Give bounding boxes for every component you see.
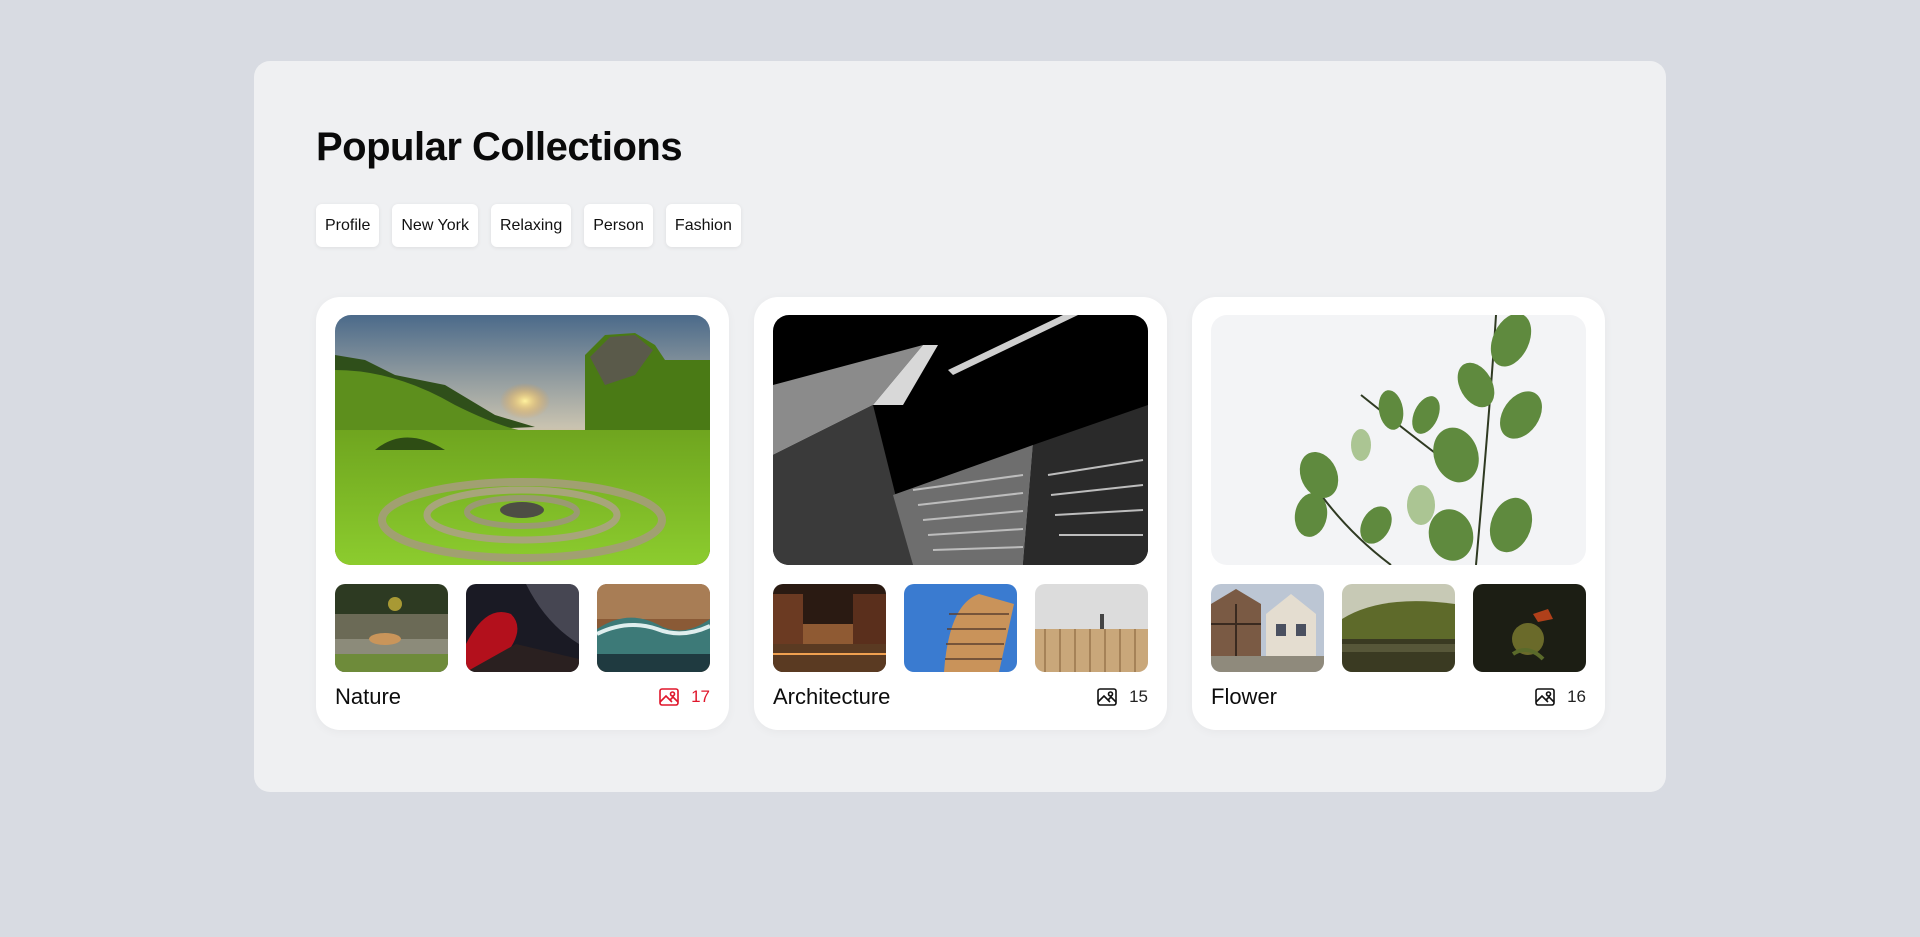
image-icon [1097, 688, 1117, 706]
page-title: Popular Collections [316, 125, 683, 169]
hero-image[interactable] [1211, 315, 1586, 565]
photo-count: 17 [657, 685, 710, 709]
thumbnail-row [1211, 584, 1586, 672]
photo-count-value: 17 [691, 687, 710, 706]
card-footer: Architecture 15 [773, 684, 1148, 710]
thumbnail-image[interactable] [466, 584, 579, 672]
photo-count-value: 15 [1129, 687, 1148, 706]
thumbnail-row [773, 584, 1148, 672]
thumbnail-image[interactable] [904, 584, 1017, 672]
card-footer: Flower 16 [1211, 684, 1586, 710]
thumbnail-image[interactable] [1342, 584, 1455, 672]
collection-name: Architecture [773, 684, 891, 709]
thumbnail-row [335, 584, 710, 672]
tag-relaxing[interactable]: Relaxing [490, 204, 572, 247]
photo-count-value: 16 [1567, 687, 1586, 706]
hero-image[interactable] [773, 315, 1148, 565]
thumbnail-image[interactable] [335, 584, 448, 672]
tag-list: Profile New York Relaxing Person Fashion [316, 204, 741, 247]
thumbnail-image[interactable] [1035, 584, 1148, 672]
collections-panel: Popular Collections Profile New York Rel… [254, 61, 1666, 792]
collection-cards: Nature 17 Architecture 15 Flower 16 [316, 297, 1605, 730]
collection-name: Nature [335, 684, 402, 709]
thumbnail-image[interactable] [597, 584, 710, 672]
tag-fashion[interactable]: Fashion [665, 204, 741, 247]
collection-card-architecture[interactable]: Architecture 15 [754, 297, 1167, 730]
image-icon [659, 688, 679, 706]
thumbnail-image[interactable] [773, 584, 886, 672]
tag-new-york[interactable]: New York [392, 204, 478, 247]
collection-card-nature[interactable]: Nature 17 [316, 297, 729, 730]
collection-card-flower[interactable]: Flower 16 [1192, 297, 1605, 730]
tag-profile[interactable]: Profile [316, 204, 380, 247]
card-footer: Nature 17 [335, 684, 710, 710]
collection-name: Flower [1211, 684, 1278, 709]
thumbnail-image[interactable] [1473, 584, 1586, 672]
image-icon [1535, 688, 1555, 706]
hero-image[interactable] [335, 315, 710, 565]
photo-count: 15 [1095, 685, 1148, 709]
photo-count: 16 [1533, 685, 1586, 709]
thumbnail-image[interactable] [1211, 584, 1324, 672]
tag-person[interactable]: Person [584, 204, 653, 247]
